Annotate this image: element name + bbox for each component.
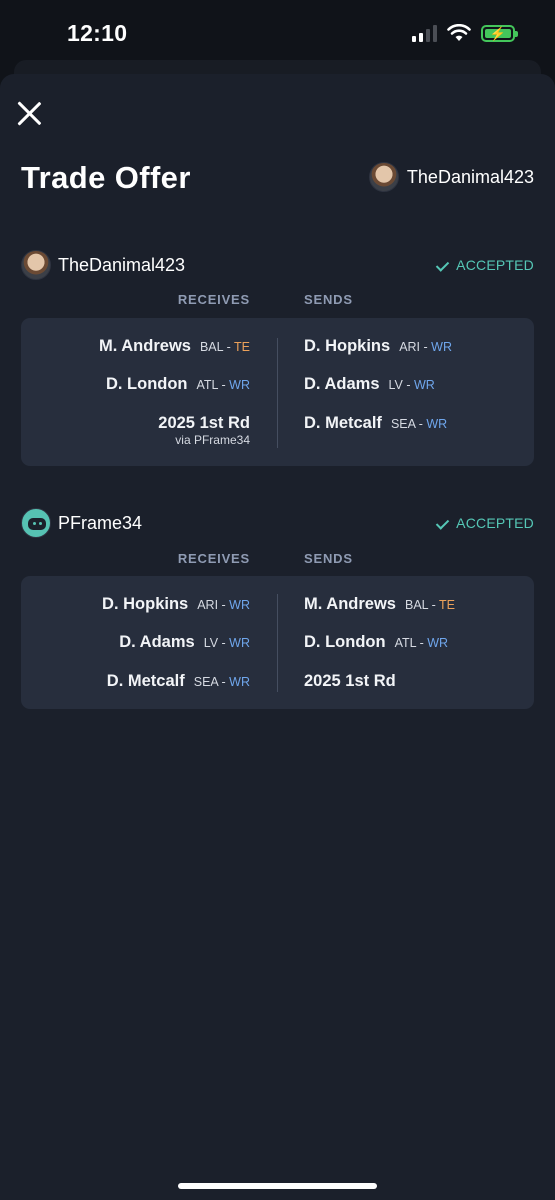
status-label: ACCEPTED <box>456 257 534 273</box>
player-tag: SEA - WR <box>390 417 448 431</box>
header-username: TheDanimal423 <box>406 166 534 187</box>
asset-row[interactable]: D. Hopkins ARI - WR <box>102 595 250 614</box>
player-tag: LV - WR <box>203 636 250 650</box>
wifi-icon <box>447 24 471 41</box>
asset-row[interactable]: D. Metcalf SEA - WR <box>304 414 447 433</box>
divider <box>277 594 278 692</box>
player-tag: ATL - WR <box>394 636 449 650</box>
trade-card: M. Andrews BAL - TE D. London ATL - WR 2… <box>21 318 534 466</box>
status-bar: 12:10 ⚡ <box>0 0 555 62</box>
player-name: D. Hopkins <box>102 595 189 613</box>
party-header: TheDanimal423 ACCEPTED <box>21 249 534 281</box>
player-name: D. Metcalf <box>304 414 382 432</box>
asset-row[interactable]: D. London ATL - WR <box>106 375 250 394</box>
player-tag: SEA - WR <box>193 675 250 689</box>
asset-row[interactable]: D. London ATL - WR <box>304 633 448 652</box>
battery-icon: ⚡ <box>481 24 518 42</box>
status-icons: ⚡ <box>412 22 518 44</box>
asset-row[interactable]: M. Andrews BAL - TE <box>99 337 250 356</box>
status-badge: ACCEPTED <box>435 515 534 531</box>
asset-row[interactable]: D. Adams LV - WR <box>304 375 435 394</box>
player-name: D. Metcalf <box>106 672 185 690</box>
asset-row[interactable]: D. Metcalf SEA - WR <box>107 672 250 691</box>
pick-name: 2025 1st Rd <box>304 672 396 690</box>
player-tag: ARI - WR <box>399 340 452 354</box>
status-badge: ACCEPTED <box>435 257 534 273</box>
party-username: PFrame34 <box>58 512 143 533</box>
asset-row[interactable]: D. Hopkins ARI - WR <box>304 337 452 356</box>
header-user[interactable]: TheDanimal423 <box>368 162 534 192</box>
pick-via: via PFrame34 <box>175 433 250 447</box>
home-indicator[interactable] <box>178 1183 377 1189</box>
player-tag: BAL - TE <box>199 340 250 354</box>
player-tag: ARI - WR <box>197 598 250 612</box>
asset-row[interactable]: D. Adams LV - WR <box>119 633 250 652</box>
receives-label: RECEIVES <box>177 551 250 566</box>
player-name: M. Andrews <box>98 337 191 355</box>
sends-label: SENDS <box>304 292 353 307</box>
robot-avatar-icon <box>21 508 51 538</box>
close-icon[interactable] <box>16 100 42 126</box>
party-username: TheDanimal423 <box>58 254 186 275</box>
player-name: D. Adams <box>119 633 195 651</box>
player-name: M. Andrews <box>304 595 396 613</box>
status-time: 12:10 <box>67 20 128 46</box>
trade-card: D. Hopkins ARI - WR D. Adams LV - WR D. … <box>21 576 534 709</box>
player-tag: ATL - WR <box>196 378 250 392</box>
page-title: Trade Offer <box>21 160 191 195</box>
pick-name: 2025 1st Rd <box>158 414 250 432</box>
signal-icon <box>412 24 437 42</box>
player-name: D. London <box>105 375 188 393</box>
player-name: D. Adams <box>304 375 380 393</box>
status-label: ACCEPTED <box>456 515 534 531</box>
asset-row[interactable]: M. Andrews BAL - TE <box>304 595 455 614</box>
party-header: PFrame34 ACCEPTED <box>21 507 534 539</box>
asset-row[interactable]: 2025 1st Rd <box>304 672 396 691</box>
check-icon <box>435 518 449 529</box>
column-labels: RECEIVES SENDS <box>0 292 555 310</box>
asset-row[interactable]: 2025 1st Rd <box>158 414 250 433</box>
receives-label: RECEIVES <box>177 292 250 307</box>
check-icon <box>435 260 449 271</box>
sends-label: SENDS <box>304 551 353 566</box>
avatar <box>21 250 51 280</box>
player-tag: LV - WR <box>388 378 435 392</box>
column-labels: RECEIVES SENDS <box>0 551 555 569</box>
player-name: D. London <box>304 633 386 651</box>
divider <box>277 338 278 448</box>
player-tag: BAL - TE <box>404 598 456 612</box>
player-name: D. Hopkins <box>304 337 391 355</box>
avatar <box>368 162 399 192</box>
